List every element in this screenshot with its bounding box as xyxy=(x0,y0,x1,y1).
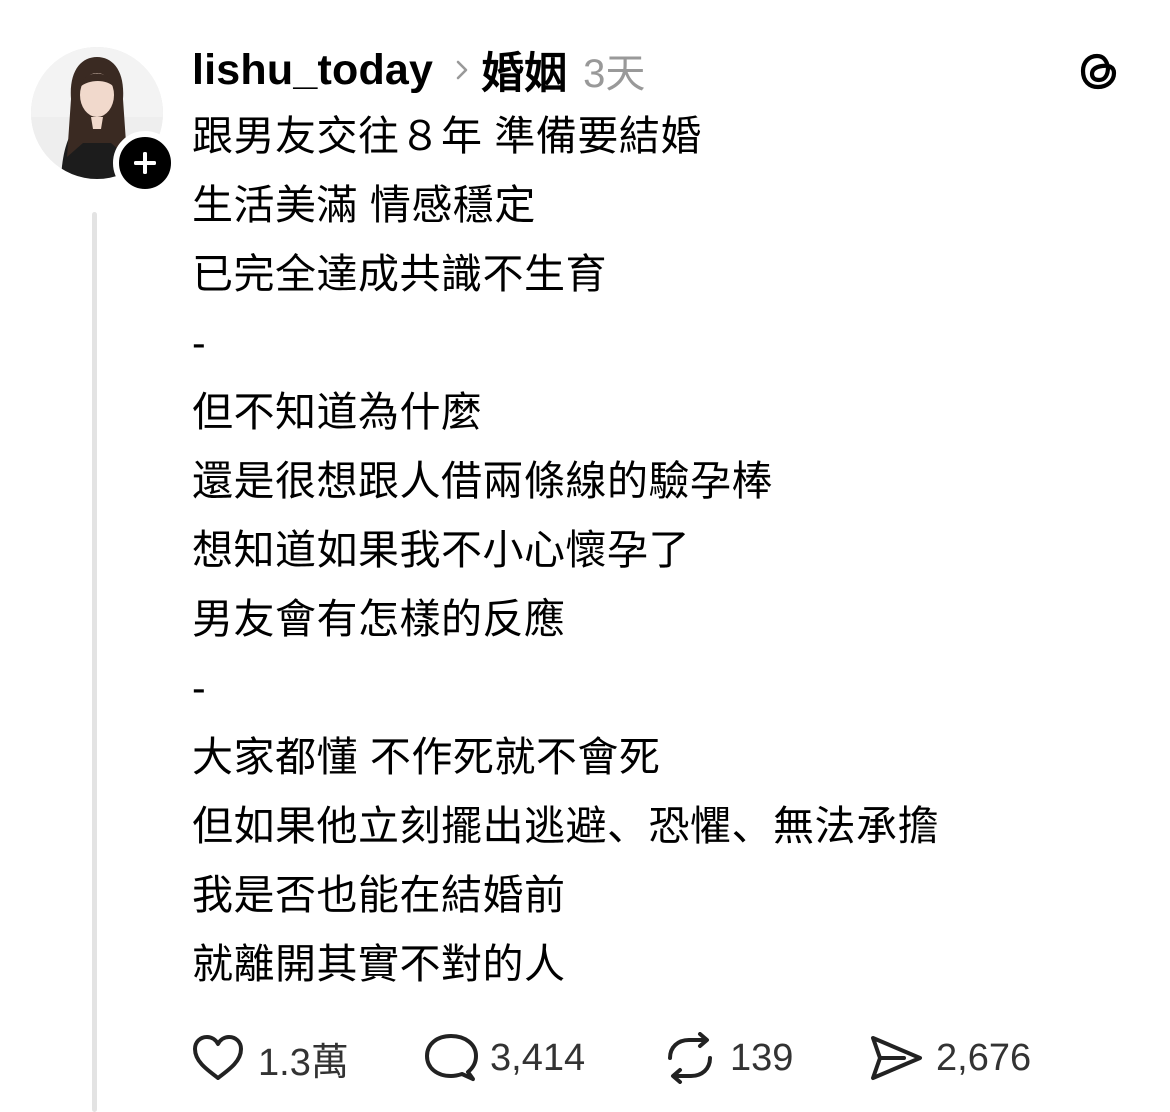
share-button[interactable]: 2,676 xyxy=(868,1026,1068,1090)
post-text-line: 已完全達成共識不生育 xyxy=(192,251,607,297)
comment-bubble-icon xyxy=(425,1034,478,1081)
threads-post: lishu_today 婚姻 3天 跟男友交往８年 準備要結婚 生活美滿 情感穩… xyxy=(0,0,1170,1112)
post-text-line: 跟男友交往８年 準備要結婚 xyxy=(192,113,702,159)
post-text-line: 想知道如果我不小心懷孕了 xyxy=(192,527,690,573)
post-text-line: 但如果他立刻擺出逃避、恐懼、無法承擔 xyxy=(192,803,939,849)
threads-logo-icon[interactable] xyxy=(1075,47,1123,95)
like-button[interactable]: 1.3萬 xyxy=(190,1026,424,1090)
chevron-right-icon xyxy=(455,59,469,81)
avatar-container[interactable] xyxy=(31,47,177,195)
username[interactable]: lishu_today xyxy=(192,46,433,95)
follow-button[interactable] xyxy=(113,131,177,195)
post-text-line: 但不知道為什麼 xyxy=(192,389,483,435)
action-bar: 1.3萬 3,414 139 2,676 xyxy=(190,1026,1068,1090)
post-text-line: 生活美滿 情感穩定 xyxy=(192,182,536,228)
heart-icon xyxy=(193,1035,243,1080)
send-icon xyxy=(871,1036,922,1080)
plus-icon xyxy=(134,152,156,174)
post-text-line: - xyxy=(192,320,207,366)
post-text-line: - xyxy=(192,665,207,711)
post-text-line: 還是很想跟人借兩條線的驗孕棒 xyxy=(192,458,773,504)
post-body: 跟男友交往８年 準備要結婚 生活美滿 情感穩定 已完全達成共識不生育 - 但不知… xyxy=(192,102,1132,999)
reply-button[interactable]: 3,414 xyxy=(424,1026,662,1090)
post-text-line: 大家都懂 不作死就不會死 xyxy=(192,734,661,780)
post-text-line: 男友會有怎樣的反應 xyxy=(192,596,566,642)
repost-count: 139 xyxy=(730,1036,794,1079)
thread-line xyxy=(92,212,97,1112)
post-text-line: 就離開其實不對的人 xyxy=(192,941,566,987)
post-text-line: 我是否也能在結婚前 xyxy=(192,872,566,918)
like-count: 1.3萬 xyxy=(258,1041,349,1084)
share-count: 2,676 xyxy=(936,1036,1032,1079)
post-header: lishu_today 婚姻 3天 xyxy=(192,38,645,102)
topic-tag[interactable]: 婚姻 xyxy=(481,39,567,101)
repost-button[interactable]: 139 xyxy=(662,1026,868,1090)
reply-count: 3,414 xyxy=(490,1036,586,1079)
post-time: 3天 xyxy=(583,52,646,96)
repost-icon xyxy=(668,1032,712,1084)
